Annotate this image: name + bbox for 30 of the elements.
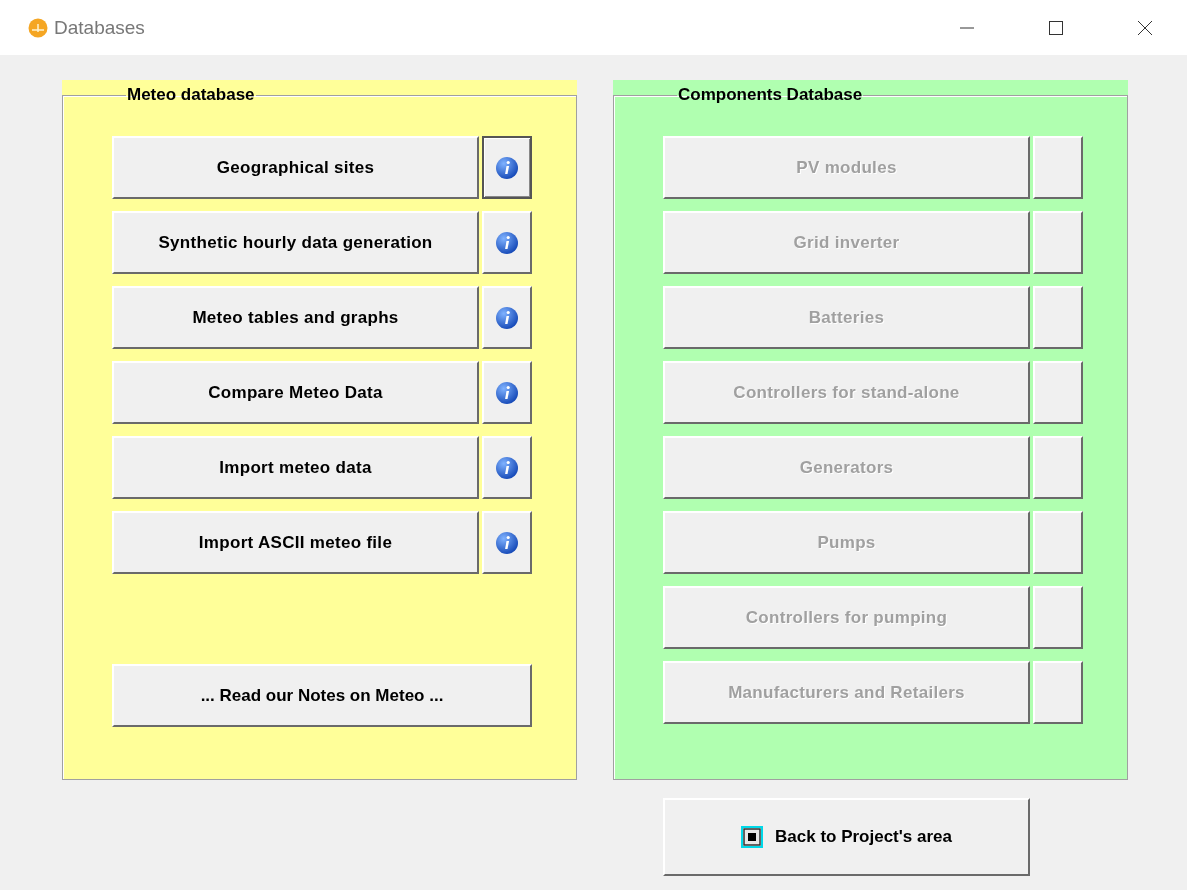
app-logo-icon bbox=[28, 17, 48, 38]
menu-button[interactable]: Import meteo data bbox=[112, 436, 479, 499]
group-title: Meteo database bbox=[126, 88, 256, 102]
stop-icon bbox=[741, 826, 763, 848]
window-title: Databases bbox=[54, 16, 145, 39]
group-title: Components Database bbox=[677, 88, 864, 102]
side-button[interactable] bbox=[1033, 661, 1083, 724]
menu-button[interactable]: Geographical sites bbox=[112, 136, 479, 199]
back-button[interactable]: Back to Project's area bbox=[663, 798, 1030, 876]
menu-button[interactable]: Compare Meteo Data bbox=[112, 361, 479, 424]
info-icon bbox=[495, 305, 519, 330]
info-button[interactable] bbox=[482, 136, 532, 199]
menu-button[interactable]: Import ASCII meteo file bbox=[112, 511, 479, 574]
side-button[interactable] bbox=[1033, 211, 1083, 274]
side-button[interactable] bbox=[1033, 136, 1083, 199]
notes-button[interactable]: ... Read our Notes on Meteo ... bbox=[112, 664, 532, 727]
menu-button[interactable]: Meteo tables and graphs bbox=[112, 286, 479, 349]
info-icon bbox=[495, 455, 519, 480]
close-icon[interactable] bbox=[1137, 19, 1153, 36]
side-button[interactable] bbox=[1033, 511, 1083, 574]
maximize-icon[interactable] bbox=[1048, 19, 1064, 36]
side-button[interactable] bbox=[1033, 361, 1083, 424]
info-icon bbox=[495, 155, 519, 180]
info-icon bbox=[495, 530, 519, 555]
info-icon bbox=[495, 380, 519, 405]
menu-button[interactable]: Synthetic hourly data generation bbox=[112, 211, 479, 274]
side-button[interactable] bbox=[1033, 286, 1083, 349]
info-icon bbox=[495, 230, 519, 255]
side-button[interactable] bbox=[1033, 436, 1083, 499]
side-button[interactable] bbox=[1033, 586, 1083, 649]
